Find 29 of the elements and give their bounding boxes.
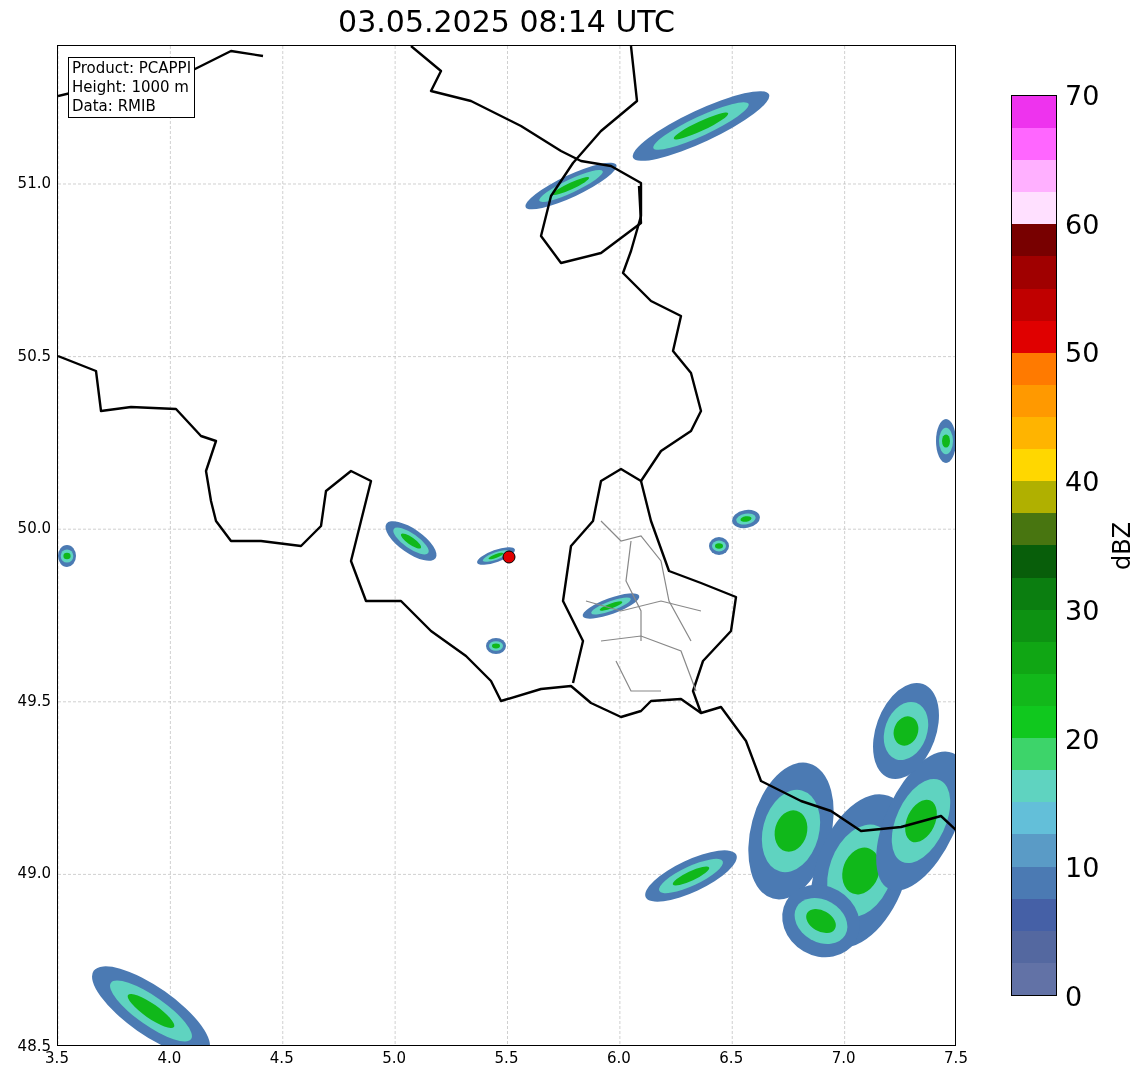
x-tick-label: 7.0 xyxy=(831,1051,856,1066)
x-tick-label: 4.5 xyxy=(269,1051,294,1066)
colorbar-tick-label: 60 xyxy=(1065,210,1100,238)
colorbar-tick-label: 30 xyxy=(1065,596,1100,624)
info-text: Data: RMIB xyxy=(72,97,157,116)
y-tick-label: 48.5 xyxy=(17,1038,51,1054)
x-tick-label: 6.5 xyxy=(719,1051,744,1066)
info-text: Height: 1000 m xyxy=(72,78,190,97)
x-tick-label: 6.0 xyxy=(606,1051,631,1066)
y-tick-label: 50.5 xyxy=(17,348,51,364)
y-tick-label: 50.0 xyxy=(17,520,51,536)
x-tick-label: 7.5 xyxy=(944,1051,968,1066)
x-tick-label: 4.0 xyxy=(157,1051,182,1066)
y-tick-label: 49.0 xyxy=(17,865,51,881)
colorbar-tick-label: 70 xyxy=(1065,81,1100,109)
x-tick-label: 5.0 xyxy=(382,1051,407,1066)
radar-site-marker xyxy=(502,550,516,564)
x-tick-label: 5.5 xyxy=(494,1051,519,1066)
colorbar-tick-label: 50 xyxy=(1065,338,1100,366)
x-tick-label: 3.5 xyxy=(45,1051,69,1066)
colorbar-tick-label: 20 xyxy=(1065,725,1100,753)
y-tick-label: 51.0 xyxy=(17,175,51,191)
colorbar-label: dBZ xyxy=(1107,521,1137,570)
colorbar-tick-label: 0 xyxy=(1065,982,1083,1010)
y-tick-label: 49.5 xyxy=(17,693,51,709)
colorbar-tick-label: 10 xyxy=(1065,853,1100,881)
colorbar-tick-label: 40 xyxy=(1065,467,1100,495)
chart-title: 03.05.2025 08:14 UTC xyxy=(338,3,675,39)
info-text: Product: PCAPPI xyxy=(72,59,192,78)
